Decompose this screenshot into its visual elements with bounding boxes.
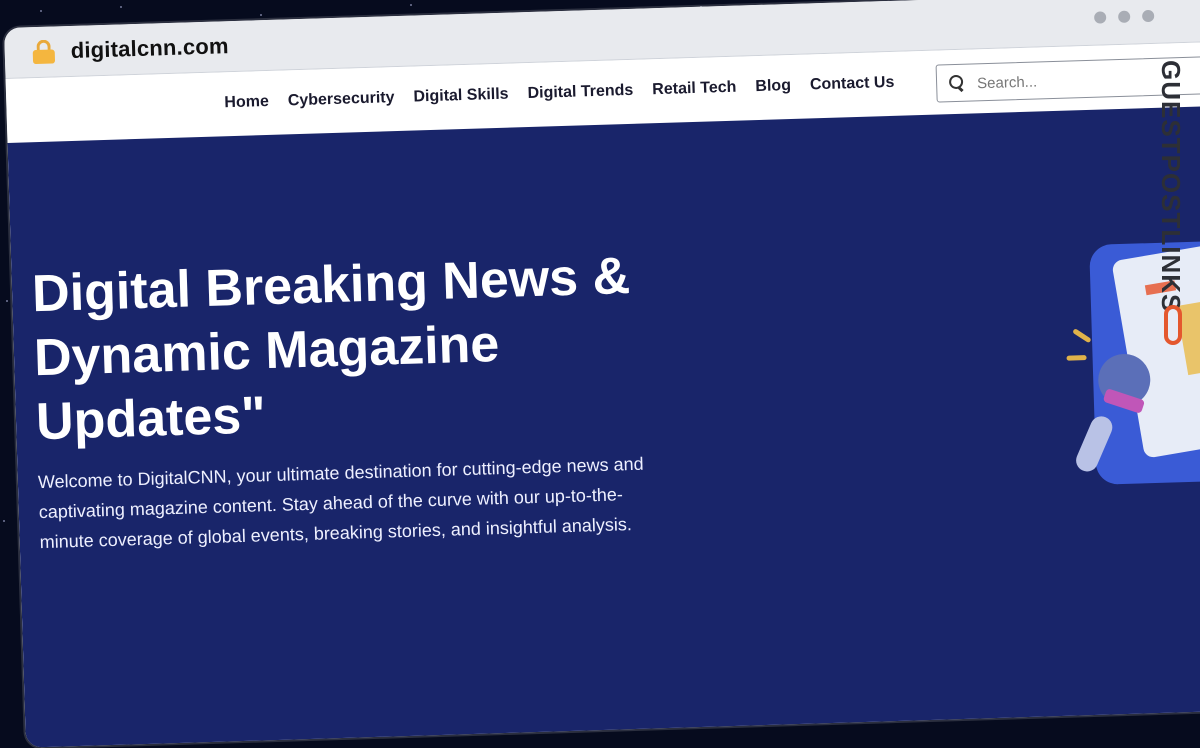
nav-item-digital-trends[interactable]: Digital Trends — [527, 82, 633, 103]
guestpostlinks-watermark: GUESTPOSTLINKS — [1156, 60, 1190, 360]
hero-title: Digital Breaking News & Dynamic Magazine… — [31, 247, 631, 452]
browser-window: digitalcnn.com Home Cybersecurity Digita… — [4, 0, 1200, 748]
hero-section: Digital Breaking News & Dynamic Magazine… — [7, 105, 1200, 748]
nav-item-digital-skills[interactable]: Digital Skills — [413, 86, 509, 107]
watermark-text: GUESTPOSTLINKS — [1156, 60, 1186, 313]
window-controls — [1094, 9, 1155, 24]
window-dot-icon[interactable] — [1141, 9, 1155, 23]
link-chain-icon — [1164, 305, 1182, 345]
main-nav: Home Cybersecurity Digital Skills Digita… — [224, 74, 895, 112]
window-dot-icon[interactable] — [1094, 11, 1107, 24]
nav-item-contact-us[interactable]: Contact Us — [810, 74, 895, 95]
search-icon[interactable] — [948, 74, 965, 92]
lock-icon — [32, 39, 56, 65]
hero-description: Welcome to DigitalCNN, your ultimate des… — [37, 453, 644, 553]
address-bar-url[interactable]: digitalcnn.com — [70, 33, 229, 64]
nav-item-blog[interactable]: Blog — [755, 77, 791, 96]
window-dot-icon[interactable] — [1117, 10, 1131, 23]
nav-item-retail-tech[interactable]: Retail Tech — [652, 79, 737, 100]
nav-item-cybersecurity[interactable]: Cybersecurity — [288, 89, 395, 110]
nav-item-home[interactable]: Home — [224, 93, 269, 112]
